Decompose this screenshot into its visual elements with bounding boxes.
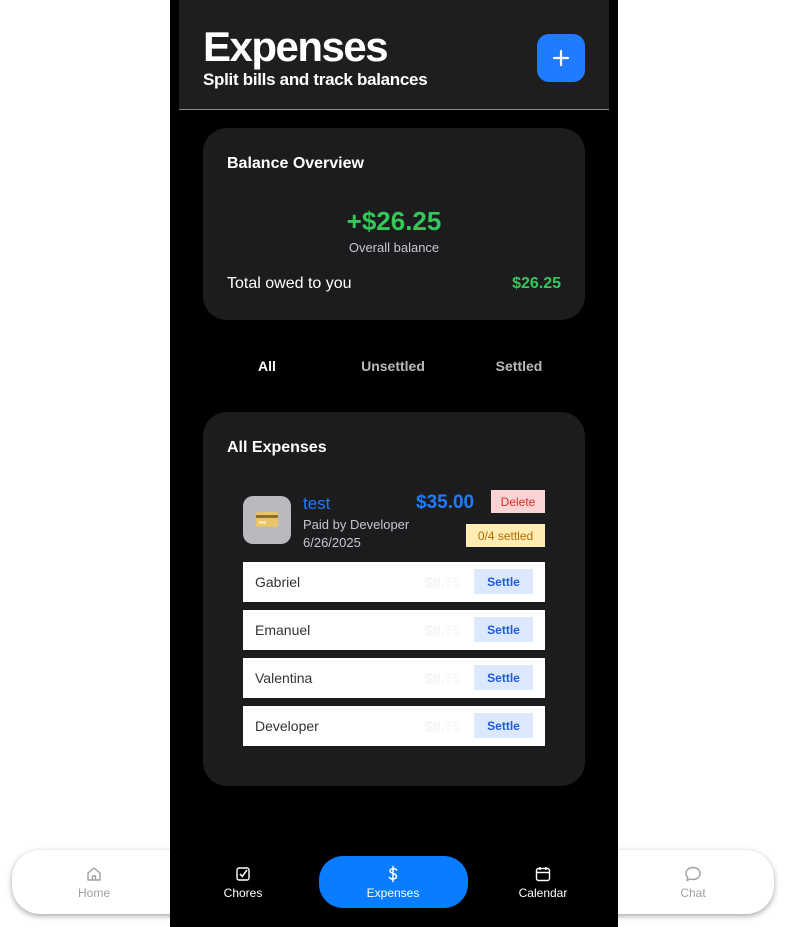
share-amount: $8.75 — [425, 574, 461, 590]
calendar-icon — [535, 866, 551, 881]
plus-icon — [552, 49, 570, 67]
chat-bubble-icon — [685, 866, 701, 881]
nav-item-chat[interactable]: Chat — [618, 850, 768, 914]
page-subtitle: Split bills and track balances — [203, 70, 428, 89]
balance-card-title: Balance Overview — [227, 155, 364, 172]
nav-label: Chat — [680, 885, 706, 900]
owed-to-you-label: Total owed to you — [227, 275, 352, 292]
checkbox-icon — [236, 866, 250, 881]
all-expenses-card: All Expenses test Paid by Developer 6/26… — [203, 412, 585, 786]
nav-item-calendar[interactable]: Calendar — [468, 850, 618, 914]
home-icon — [87, 866, 101, 881]
share-person-name: Gabriel — [255, 574, 301, 590]
share-row-gabriel: Gabriel $8.75 Settle — [243, 562, 545, 602]
balance-overview-card: Balance Overview +$26.25 Overall balance… — [203, 128, 585, 320]
settle-button[interactable]: Settle — [474, 713, 533, 738]
settle-button[interactable]: Settle — [474, 665, 533, 690]
share-row-emanuel: Emanuel $8.75 Settle — [243, 610, 545, 650]
expense-item[interactable]: test Paid by Developer 6/26/2025 $35.00 … — [243, 490, 545, 746]
settle-button[interactable]: Settle — [474, 569, 533, 594]
expense-amount: $35.00 — [416, 492, 475, 513]
nav-label: Chores — [223, 885, 263, 900]
tab-unsettled[interactable]: Unsettled — [330, 358, 456, 374]
credit-card-icon — [256, 512, 278, 527]
expense-paid-by: Paid by Developer — [303, 517, 410, 532]
tab-settled[interactable]: Settled — [456, 358, 582, 374]
nav-label: Home — [77, 885, 110, 900]
nav-label: Expenses — [366, 885, 420, 900]
settle-button[interactable]: Settle — [474, 617, 533, 642]
nav-item-expenses[interactable]: Expenses — [318, 850, 468, 914]
share-person-name: Emanuel — [255, 622, 311, 638]
page-title: Expenses — [203, 23, 389, 70]
share-amount: $8.75 — [425, 718, 461, 734]
owed-to-you-value: $26.25 — [512, 275, 561, 292]
add-expense-button[interactable] — [537, 34, 585, 82]
share-amount: $8.75 — [425, 670, 461, 686]
expense-name[interactable]: test — [303, 494, 330, 514]
share-person-name: Valentina — [255, 670, 313, 686]
expense-date: 6/26/2025 — [303, 535, 361, 550]
expense-icon-tile — [243, 496, 291, 544]
share-row-developer: Developer $8.75 Settle — [243, 706, 545, 746]
page-header: Expenses Split bills and track balances — [179, 0, 609, 110]
share-person-name: Developer — [255, 718, 319, 734]
nav-label: Calendar — [518, 885, 568, 900]
dollar-icon — [388, 865, 398, 882]
nav-item-home[interactable]: Home — [19, 850, 169, 914]
app-screen: Expenses Split bills and track balances … — [170, 0, 618, 927]
expenses-card-title: All Expenses — [227, 439, 327, 456]
overall-balance-amount: +$26.25 — [346, 206, 442, 236]
overall-balance-caption: Overall balance — [348, 240, 440, 255]
nav-item-chores[interactable]: Chores — [168, 850, 318, 914]
share-row-valentina: Valentina $8.75 Settle — [243, 658, 545, 698]
delete-expense-button[interactable]: Delete — [491, 490, 545, 513]
share-amount: $8.75 — [425, 622, 461, 638]
tab-all[interactable]: All — [204, 358, 330, 374]
settled-status-badge: 0/4 settled — [466, 524, 545, 547]
